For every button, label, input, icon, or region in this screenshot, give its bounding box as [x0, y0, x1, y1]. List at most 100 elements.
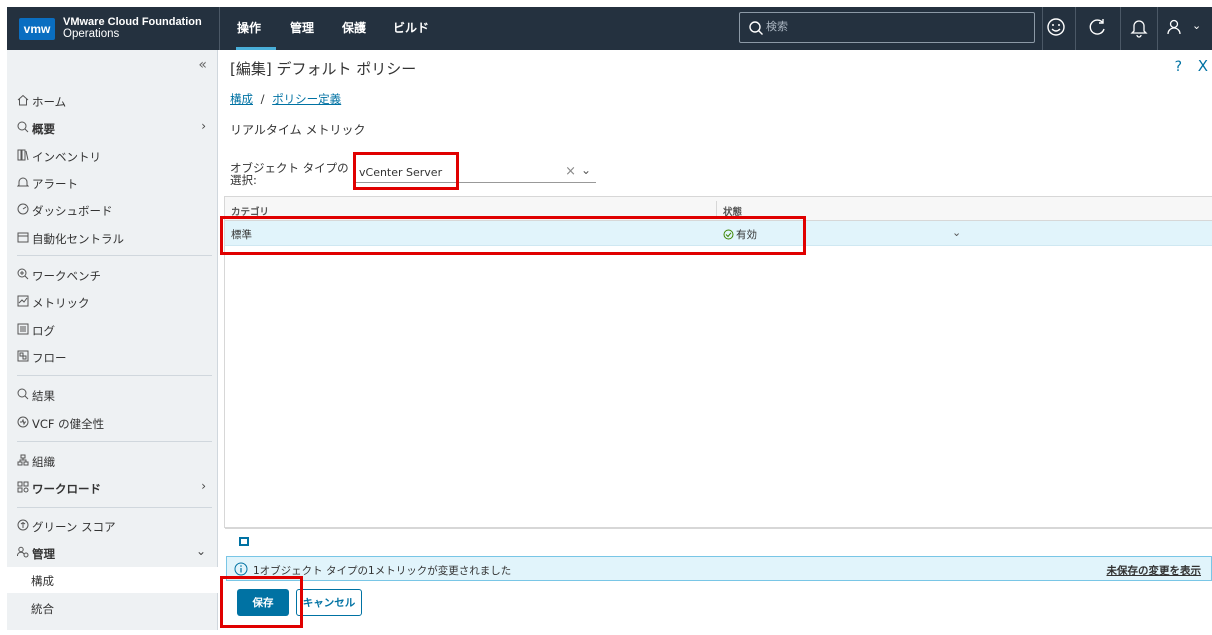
admin-icon [17, 546, 29, 558]
sidebar-item-overview[interactable]: 概要 › [7, 115, 218, 141]
grid-footer [225, 528, 1212, 550]
home-icon [17, 94, 29, 106]
sidebar-item-green-score[interactable]: グリーン スコア [7, 513, 218, 539]
breadcrumb: 構成 / ポリシー定義 [230, 91, 341, 107]
view-unsaved-changes-link[interactable]: 未保存の変更を表示 [1107, 563, 1202, 578]
sidebar-item-home[interactable]: ホーム [7, 88, 218, 114]
page-title: [編集] デフォルト ポリシー [230, 60, 417, 78]
sidebar-item-label: ワークロード [32, 482, 101, 496]
column-separator [716, 201, 717, 217]
divider [17, 255, 212, 256]
sidebar: « ホーム 概要 › インベントリ アラート ダッシュボード 自動化セントラル … [7, 50, 225, 630]
sidebar-item-automation-central[interactable]: 自動化セントラル [7, 225, 218, 251]
divider [17, 441, 212, 442]
column-toggle-icon[interactable] [239, 537, 249, 546]
sidebar-item-metrics[interactable]: メトリック [7, 289, 218, 315]
sidebar-item-label: フロー [32, 351, 67, 365]
chevron-right-icon: › [201, 479, 206, 493]
notification-bell-icon[interactable] [1128, 16, 1150, 38]
refresh-icon[interactable] [1087, 16, 1109, 38]
user-menu-chevron-icon[interactable]: ⌄ [1192, 19, 1201, 32]
sidebar-item-dashboards[interactable]: ダッシュボード [7, 197, 218, 223]
sidebar-subitem-integrations[interactable]: 統合 [7, 595, 218, 621]
user-icon[interactable] [1165, 16, 1187, 38]
object-type-label: オブジェクト タイプの選択: [230, 161, 349, 187]
sidebar-item-logs[interactable]: ログ [7, 317, 218, 343]
dashboard-icon [17, 203, 29, 215]
cancel-button[interactable]: キャンセル [296, 589, 362, 616]
alert-icon [17, 177, 29, 187]
divider [17, 375, 212, 376]
flow-icon [17, 350, 29, 362]
sidebar-item-label: VCF の健全性 [32, 417, 105, 431]
collapse-sidebar-icon[interactable]: « [198, 57, 207, 73]
feedback-smiley-icon[interactable] [1045, 16, 1067, 38]
info-banner: 1オブジェクト タイプの1メトリックが変更されました 未保存の変更を表示 [226, 556, 1212, 581]
section-title: リアルタイム メトリック [230, 123, 366, 137]
divider [219, 7, 220, 50]
metrics-icon [17, 295, 29, 307]
sidebar-subitem-configuration[interactable]: 構成 [7, 567, 218, 593]
health-icon [17, 416, 29, 428]
organization-icon [17, 454, 29, 466]
nav-operations[interactable]: 操作 [237, 19, 261, 36]
close-icon[interactable]: X [1198, 57, 1208, 75]
sidebar-item-administration[interactable]: 管理 ⌄ [7, 540, 218, 566]
sidebar-item-organization[interactable]: 組織 [7, 448, 218, 474]
sidebar-item-label: 結果 [32, 389, 55, 403]
search-input[interactable] [766, 20, 1016, 33]
sidebar-item-label: 統合 [31, 602, 54, 616]
automation-icon [17, 232, 29, 243]
help-icon[interactable]: ? [1175, 59, 1182, 75]
highlight-box-object-type [353, 152, 459, 190]
vmware-logo: vmw [19, 18, 55, 40]
sidebar-item-workbench[interactable]: ワークベンチ [7, 262, 218, 288]
sidebar-item-inventory[interactable]: インベントリ [7, 143, 218, 169]
divider [1075, 7, 1076, 50]
overview-icon [17, 121, 29, 133]
sidebar-item-alerts[interactable]: アラート [7, 170, 218, 196]
sidebar-item-label: 構成 [31, 574, 54, 588]
green-score-icon [17, 519, 29, 531]
nav-build[interactable]: ビルド [393, 19, 429, 36]
workload-icon [17, 481, 29, 493]
sidebar-item-label: ワークベンチ [32, 269, 101, 283]
breadcrumb-link-policy-definitions[interactable]: ポリシー定義 [272, 92, 341, 106]
results-icon [17, 388, 29, 400]
chevron-right-icon: › [201, 119, 206, 133]
sidebar-item-label: メトリック [32, 296, 90, 310]
inventory-icon [17, 149, 29, 161]
status-dropdown-chevron-icon[interactable]: ⌄ [952, 226, 961, 239]
info-icon [234, 562, 248, 576]
sidebar-item-label: ホーム [32, 95, 67, 109]
highlight-box-save [220, 576, 303, 628]
divider [1120, 7, 1121, 50]
sidebar-item-flows[interactable]: フロー [7, 344, 218, 370]
search-icon [749, 21, 763, 35]
chevron-down-icon: ⌄ [195, 544, 206, 558]
product-name: VMware Cloud Foundation [63, 16, 202, 28]
nav-management[interactable]: 管理 [290, 19, 314, 36]
workbench-icon [17, 268, 29, 280]
sidebar-item-label: 概要 [32, 122, 55, 136]
breadcrumb-separator: / [260, 92, 265, 106]
product-subtitle: Operations [63, 28, 120, 40]
sidebar-item-label: ログ [32, 324, 55, 338]
sidebar-item-label: ダッシュボード [32, 204, 113, 218]
sidebar-item-label: 組織 [32, 455, 55, 469]
sidebar-item-results[interactable]: 結果 [7, 382, 218, 408]
clear-icon[interactable]: × [565, 164, 576, 179]
sidebar-item-label: 自動化セントラル [32, 232, 124, 246]
sidebar-item-label: インベントリ [32, 150, 101, 164]
chevron-down-icon[interactable]: ⌄ [581, 163, 591, 177]
breadcrumb-link-configuration[interactable]: 構成 [230, 92, 253, 106]
sidebar-item-workloads[interactable]: ワークロード › [7, 475, 218, 501]
search-box[interactable] [739, 12, 1035, 43]
divider [1042, 7, 1043, 50]
sidebar-item-vcf-health[interactable]: VCF の健全性 [7, 410, 218, 436]
nav-protection[interactable]: 保護 [342, 19, 366, 36]
sidebar-item-label: 管理 [32, 547, 55, 561]
divider [17, 507, 212, 508]
sidebar-item-label: アラート [32, 177, 78, 191]
sidebar-item-label: グリーン スコア [32, 520, 116, 534]
